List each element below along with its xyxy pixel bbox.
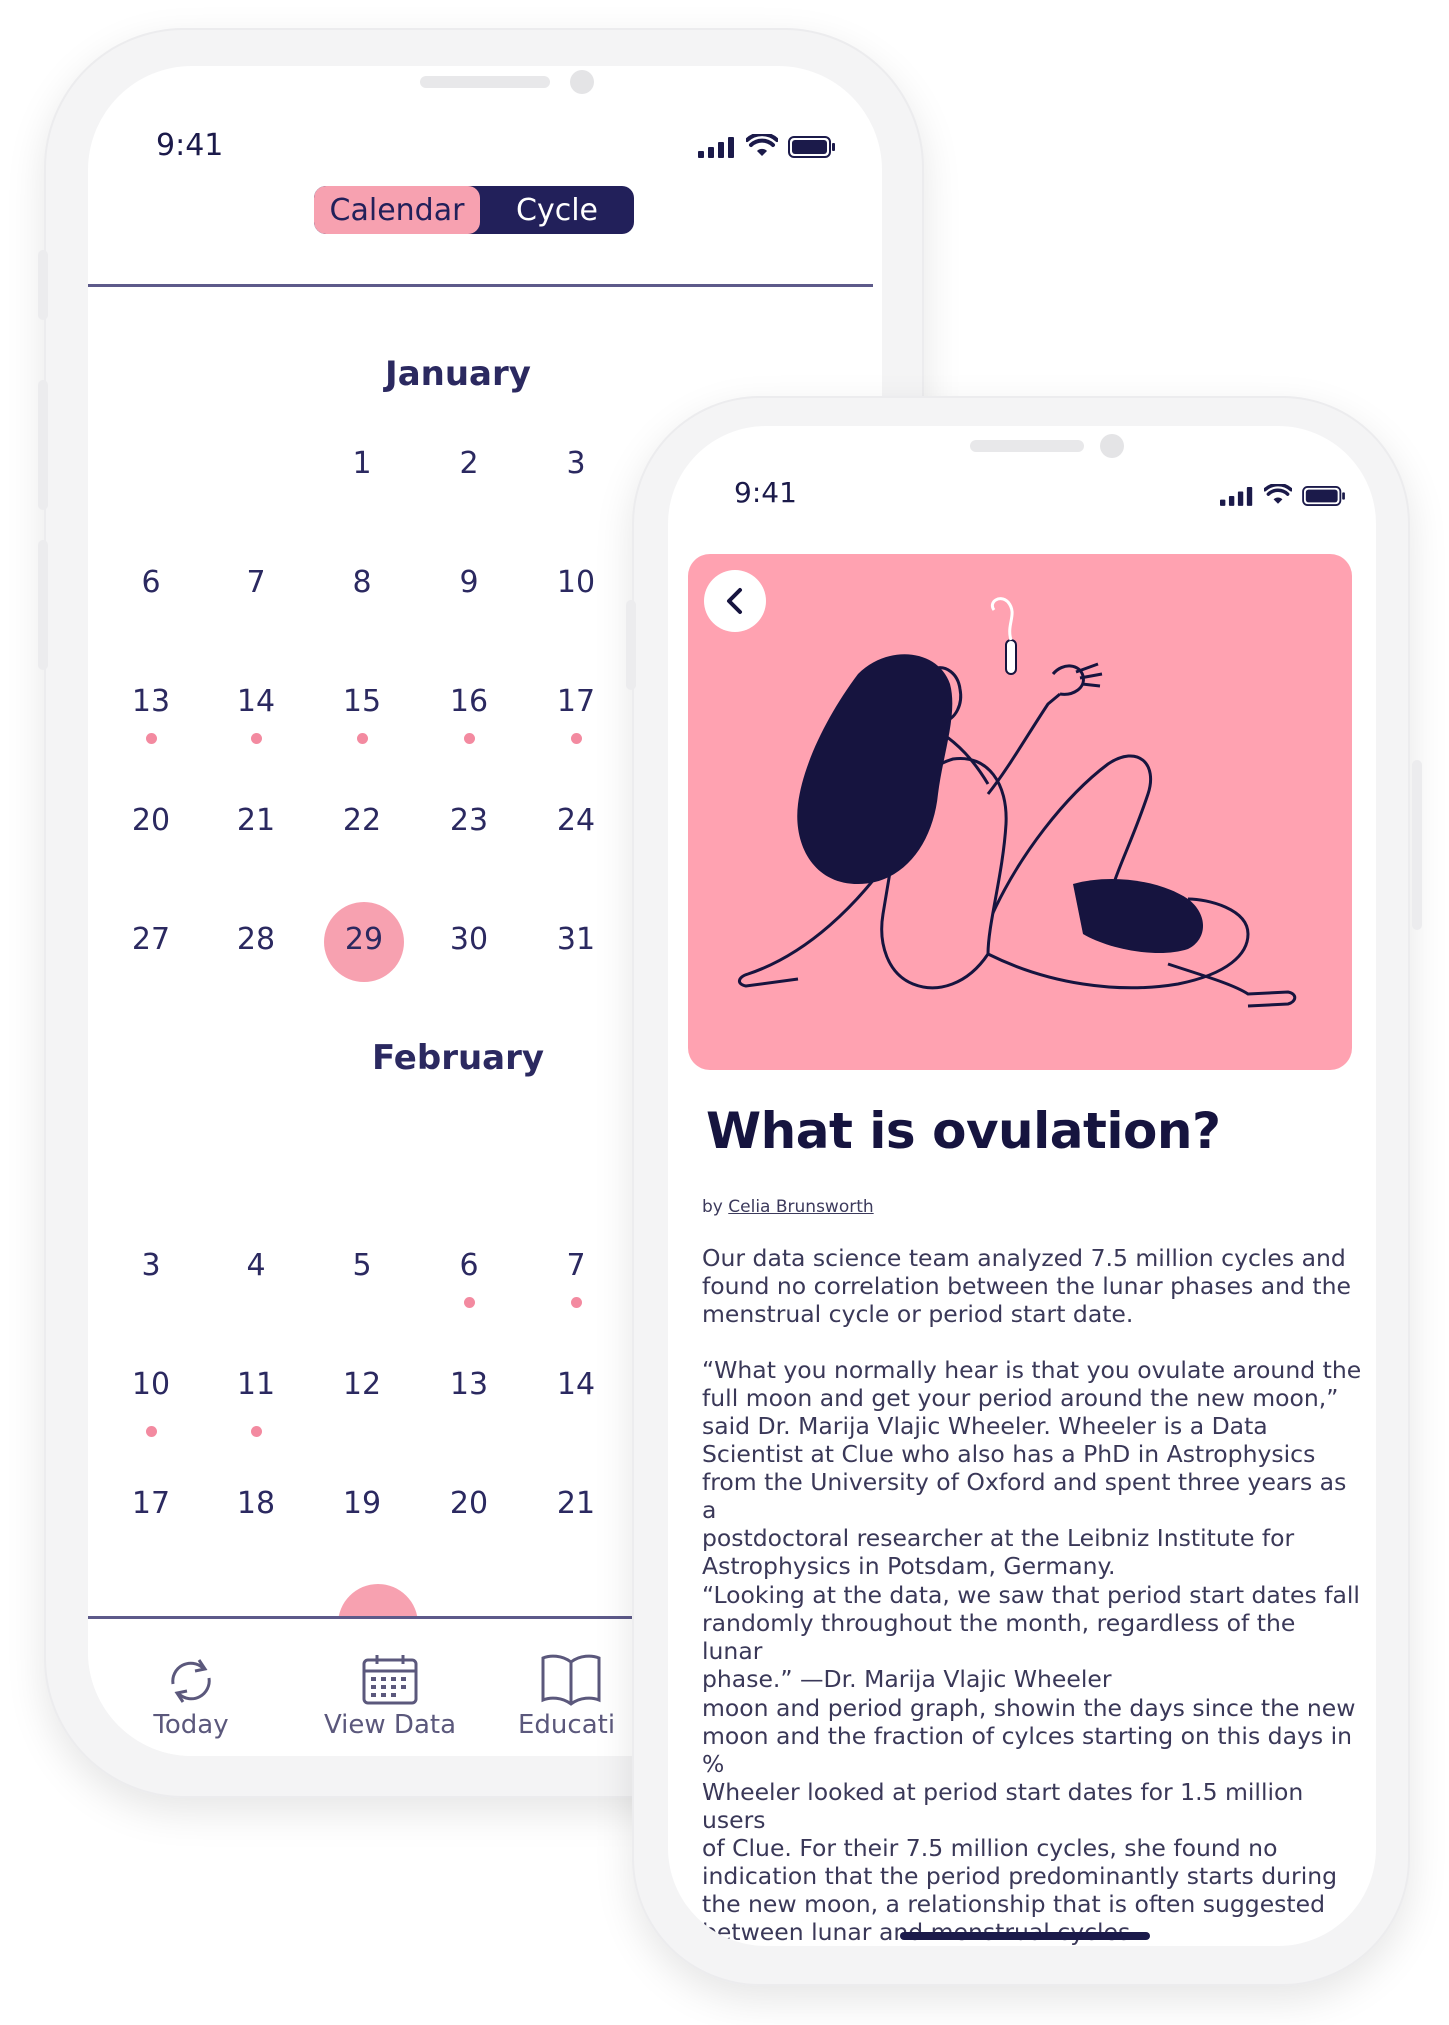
- wifi-icon: [1264, 484, 1292, 504]
- status-icons: [698, 134, 836, 158]
- period-dot: [464, 1297, 475, 1308]
- signal-icon: [1220, 487, 1253, 506]
- day-jan-2[interactable]: 2: [429, 446, 509, 481]
- status-icons: [1220, 484, 1346, 506]
- day-jan-1[interactable]: 1: [322, 446, 402, 481]
- day-feb-13[interactable]: 13: [429, 1367, 509, 1402]
- day-feb-10[interactable]: 10: [111, 1367, 191, 1402]
- day-jan-14[interactable]: 14: [216, 684, 296, 719]
- day-feb-14[interactable]: 14: [536, 1367, 616, 1402]
- wifi-icon: [746, 134, 778, 156]
- tab-education-label: Educati: [518, 1710, 616, 1740]
- day-jan-21[interactable]: 21: [216, 803, 296, 838]
- book-icon: [541, 1654, 601, 1706]
- day-feb-19[interactable]: 19: [322, 1486, 402, 1521]
- tab-view-data[interactable]: View Data: [310, 1652, 470, 1740]
- day-jan-15[interactable]: 15: [322, 684, 402, 719]
- calendar-icon: [362, 1655, 418, 1705]
- day-jan-13[interactable]: 13: [111, 684, 191, 719]
- period-dot: [464, 733, 475, 744]
- period-dot: [571, 1297, 582, 1308]
- period-dot: [357, 733, 368, 744]
- segment-cycle[interactable]: Cycle: [480, 186, 634, 234]
- article-screen: 9:41 What is ovulation? by Celia Brunswo…: [668, 426, 1376, 1946]
- day-feb-12[interactable]: 12: [322, 1367, 402, 1402]
- signal-icon: [698, 137, 734, 158]
- day-feb-6[interactable]: 6: [429, 1248, 509, 1283]
- day-feb-11[interactable]: 11: [216, 1367, 296, 1402]
- article-hero-illustration: [688, 554, 1352, 1070]
- article-paragraph: “Looking at the data, we saw that period…: [702, 1581, 1360, 1693]
- article-paragraph: moon and period graph, showin the days s…: [702, 1694, 1356, 1946]
- day-feb-21[interactable]: 21: [536, 1486, 616, 1521]
- speaker-grille: [970, 440, 1084, 452]
- tab-today[interactable]: Today: [126, 1656, 256, 1740]
- day-jan-27[interactable]: 27: [111, 922, 191, 957]
- day-jan-28[interactable]: 28: [216, 922, 296, 957]
- period-dot: [146, 1426, 157, 1437]
- period-dot: [251, 733, 262, 744]
- speaker-grille: [420, 76, 550, 88]
- period-dot: [146, 733, 157, 744]
- volume-button: [626, 600, 636, 690]
- tab-today-label: Today: [153, 1710, 229, 1740]
- day-jan-24[interactable]: 24: [536, 803, 616, 838]
- day-jan-16[interactable]: 16: [429, 684, 509, 719]
- byline-prefix: by: [702, 1197, 723, 1217]
- day-feb-7[interactable]: 7: [536, 1248, 616, 1283]
- day-jan-20[interactable]: 20: [111, 803, 191, 838]
- front-camera: [570, 70, 594, 94]
- home-indicator[interactable]: [900, 1932, 1150, 1940]
- article-title: What is ovulation?: [706, 1102, 1221, 1160]
- day-feb-20[interactable]: 20: [429, 1486, 509, 1521]
- day-jan-31[interactable]: 31: [536, 922, 616, 957]
- month-title-january: January: [385, 354, 531, 394]
- day-jan-23[interactable]: 23: [429, 803, 509, 838]
- day-feb-18[interactable]: 18: [216, 1486, 296, 1521]
- status-time: 9:41: [156, 128, 224, 163]
- byline: by Celia Brunsworth: [702, 1197, 874, 1217]
- chevron-left-icon: [727, 588, 742, 614]
- day-jan-10[interactable]: 10: [536, 565, 616, 600]
- day-jan-6[interactable]: 6: [111, 565, 191, 600]
- author-link[interactable]: Celia Brunsworth: [728, 1197, 873, 1217]
- battery-icon: [1302, 486, 1345, 506]
- battery-icon: [788, 136, 835, 158]
- day-jan-3[interactable]: 3: [536, 446, 616, 481]
- day-jan-22[interactable]: 22: [322, 803, 402, 838]
- article-paragraph: Our data science team analyzed 7.5 milli…: [702, 1244, 1351, 1328]
- front-camera: [1100, 434, 1124, 458]
- mute-switch: [38, 250, 48, 320]
- day-feb-3[interactable]: 3: [111, 1248, 191, 1283]
- day-jan-29[interactable]: 29: [324, 922, 404, 957]
- day-feb-17[interactable]: 17: [111, 1486, 191, 1521]
- back-button[interactable]: [704, 570, 766, 632]
- month-title-february: February: [371, 1038, 545, 1078]
- article-paragraph: “What you normally hear is that you ovul…: [702, 1356, 1362, 1580]
- day-jan-9[interactable]: 9: [429, 565, 509, 600]
- day-jan-7[interactable]: 7: [216, 565, 296, 600]
- header-divider: [88, 284, 873, 287]
- day-feb-5[interactable]: 5: [322, 1248, 402, 1283]
- refresh-icon: [171, 1659, 211, 1703]
- tab-view-data-label: View Data: [323, 1710, 457, 1740]
- day-jan-17[interactable]: 17: [536, 684, 616, 719]
- volume-up-button: [38, 380, 48, 510]
- period-dot: [571, 733, 582, 744]
- volume-down-button: [38, 540, 48, 670]
- view-segmented-control[interactable]: Calendar Cycle: [314, 186, 634, 234]
- day-feb-4[interactable]: 4: [216, 1248, 296, 1283]
- power-button: [1412, 760, 1422, 930]
- woman-illustration: [738, 597, 1297, 1008]
- status-time: 9:41: [734, 476, 797, 509]
- day-jan-8[interactable]: 8: [322, 565, 402, 600]
- period-dot: [251, 1426, 262, 1437]
- day-jan-30[interactable]: 30: [429, 922, 509, 957]
- segment-calendar[interactable]: Calendar: [314, 186, 480, 234]
